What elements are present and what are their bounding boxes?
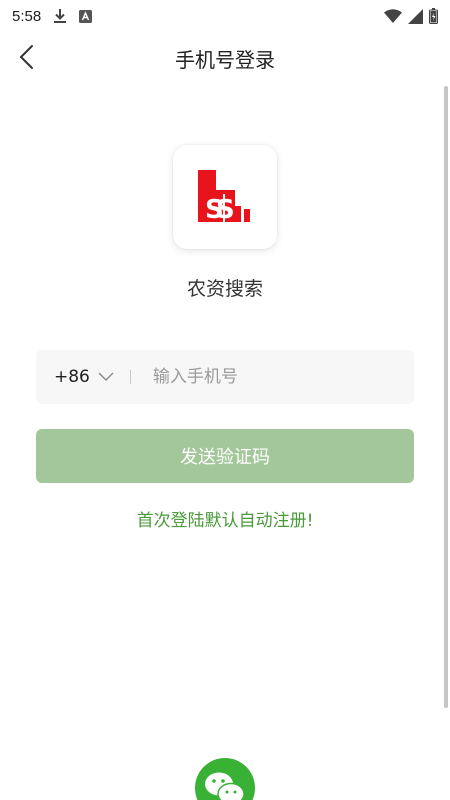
title-bar: 手机号登录 bbox=[0, 32, 450, 82]
divider bbox=[129, 370, 131, 384]
app-logo: S S bbox=[173, 145, 277, 249]
status-right bbox=[384, 8, 438, 24]
wechat-icon bbox=[205, 772, 245, 800]
scrollbar[interactable] bbox=[444, 86, 448, 708]
page-title: 手机号登录 bbox=[175, 48, 275, 72]
status-bar: 5:58 bbox=[0, 0, 450, 32]
login-screen: 5:58 手机号登录 S S 农资搜索 +86 输入手机号 发送验证码 首次登陆… bbox=[0, 0, 450, 800]
wifi-icon bbox=[384, 9, 402, 23]
app-name: 农资搜索 bbox=[186, 278, 263, 300]
phone-input-row: +86 bbox=[36, 350, 414, 404]
app-logo-icon: S S bbox=[198, 170, 250, 225]
signal-icon bbox=[408, 8, 423, 24]
country-code-selector[interactable]: +86 bbox=[54, 367, 114, 387]
battery-icon bbox=[429, 8, 438, 24]
auto-register-hint: 首次登陆默认自动注册! bbox=[136, 511, 314, 531]
status-left: 5:58 bbox=[12, 7, 93, 25]
wechat-login-button[interactable] bbox=[195, 758, 255, 800]
status-time: 5:58 bbox=[12, 7, 42, 25]
download-icon bbox=[53, 8, 67, 24]
send-code-button[interactable]: 发送验证码 bbox=[36, 429, 414, 483]
svg-text:S: S bbox=[205, 195, 224, 225]
chevron-down-icon bbox=[98, 372, 114, 382]
phone-input[interactable] bbox=[150, 366, 375, 388]
country-code-label: +86 bbox=[54, 367, 90, 387]
a-badge-icon bbox=[79, 9, 93, 23]
